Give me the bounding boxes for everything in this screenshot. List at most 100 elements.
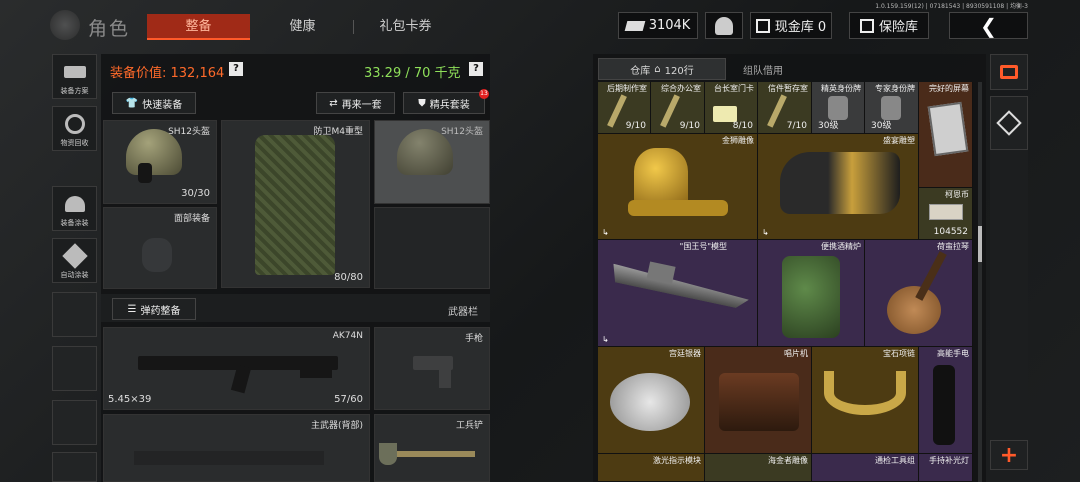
face-label: 面部装备 [173,214,210,224]
back-weapon-label: 主武器(背部) [310,421,363,431]
weight-help-icon[interactable]: ? [469,62,483,76]
inventory-item[interactable]: "国王号"模型 ↳ [598,240,758,347]
plus-icon: + [999,442,1019,468]
back-weapon-slot[interactable]: 主武器(背部) [103,414,370,482]
monitor-icon [927,101,969,157]
inventory-item[interactable]: 后期制作室 9/10 [598,82,651,134]
helmet-label: SH12头盔 [168,127,210,137]
helmet-slot[interactable]: SH12头盔 30/30 [103,120,217,204]
currency-display[interactable]: 3104K [618,12,698,39]
item-label: 便携酒精炉 [821,242,861,251]
value-help-icon[interactable]: ? [229,62,243,76]
quick-equip-label: 快速装备 [142,99,183,111]
character-logo-icon [50,10,80,40]
sidebar-paint[interactable]: 装备涂装 [52,186,97,231]
empty-gear-slot [374,207,490,289]
tab-team-borrow[interactable]: 组队借用 [743,62,783,77]
helmet2-slot[interactable]: SH12头盔 [374,120,490,204]
inventory-item[interactable]: 台长室门卡 8/10 [705,82,758,134]
tab-health[interactable]: 健康 [251,14,354,40]
quick-equip-button[interactable]: 👕 快速装备 [112,92,196,114]
sidebar-auto-paint[interactable]: 自动涂装 [52,238,97,283]
inventory-item[interactable]: 综合办公室 9/10 [651,82,705,134]
primary-weapon-slot[interactable]: AK74N 5.45×39 57/60 [103,327,370,410]
tab-gift-cards[interactable]: 礼包卡券 [354,14,457,40]
inventory-item[interactable]: 柯恩币 104552 [919,188,973,240]
primary-ammo: 57/60 [334,394,363,405]
headset-icon [138,163,152,183]
back-arrow-icon: ❮ [980,13,997,38]
item-count: 30级 [818,121,839,131]
sidebar-label: 自动涂装 [60,271,89,279]
item-label: 高能手电 [937,349,969,358]
banknote-icon [624,20,646,31]
shield-icon: ⛊ [418,97,426,109]
inventory-item[interactable]: 精英身份牌 30级 [812,82,865,134]
inventory-item[interactable]: 荷蛮拉琴 [865,240,973,347]
elite-set-button[interactable]: ⛊ 精兵套装 [403,92,485,114]
inventory-item[interactable]: 盛宴雕塑 ↳ [758,134,919,240]
ammo-equip-button[interactable]: ☰ 弹药整备 [112,298,196,320]
elite-set-label: 精兵套装 [429,99,470,111]
inventory-item[interactable]: 信件暂存室 7/10 [758,82,812,134]
inventory-item[interactable]: 激光指示模块 [598,454,705,482]
sculpture-icon [780,152,900,214]
item-label: 信件暂存室 [768,84,808,93]
item-label: 荷蛮拉琴 [937,242,969,251]
trader-button[interactable] [705,12,743,39]
right-side-spacer [990,150,1028,440]
tab-equip[interactable]: 整备 [147,14,250,40]
armor-durability: 80/80 [334,272,363,283]
safe-vault-button[interactable]: 保险库 [849,12,929,39]
tab-warehouse[interactable]: 仓库 ⌂ 120行 [598,58,726,80]
rifle-silhouette-icon [134,451,324,465]
armor-slot[interactable]: 防卫M4重型 80/80 [221,120,370,288]
silver-plate-icon [610,373,690,431]
inventory-item[interactable]: 宝石项链 [812,347,919,454]
sidebar-recycle[interactable]: 物资回收 [52,106,97,151]
refresh-icon: ⇄ [329,97,338,109]
storage-scrollbar-thumb[interactable] [978,226,982,262]
item-label: 唱片机 [784,349,808,358]
page-title: 角色 [88,18,131,40]
pistol-slot[interactable]: 手枪 [374,327,490,410]
inventory-item[interactable]: 唱片机 [705,347,812,454]
sidebar-label: 物资回收 [60,139,89,147]
add-storage-button[interactable]: + [990,440,1028,470]
shirt-icon: 👕 [125,97,139,109]
item-count: 9/10 [625,121,646,131]
sort-button[interactable] [990,54,1028,90]
inventory-item[interactable]: 通检工具组 [812,454,919,482]
inventory-item[interactable]: 手持补光灯 [919,454,973,482]
again-button[interactable]: ⇄ 再来一套 [316,92,395,114]
inventory-item[interactable]: 金狮雕像 ↳ [598,134,758,240]
warship-icon [610,264,751,311]
dogtag-icon [828,96,848,120]
item-count: 7/10 [786,121,807,131]
face-slot[interactable]: 面部装备 [103,207,217,289]
layers-deposit-icon [996,110,1022,136]
sidebar-equip-scheme[interactable]: 装备方案 [52,54,97,99]
currency-amount: 3104K [648,18,691,33]
deposit-button[interactable] [990,96,1028,150]
pistol-grip-icon [439,366,451,388]
melee-slot[interactable]: 工兵铲 [374,414,490,482]
inventory-item[interactable]: 专家身份牌 30级 [865,82,919,134]
pistol-label: 手枪 [464,334,483,344]
weight-display: 33.29 / 70 千克 [364,66,461,81]
inventory-item[interactable]: 完好的屏幕 [919,82,973,188]
cash-vault-button[interactable]: 现金库 0 [750,12,832,39]
back-button[interactable]: ❮ [949,12,1028,39]
layers-sort-icon [1000,65,1018,79]
inventory-item[interactable]: 高能手电 [919,347,973,454]
helmet-durability: 30/30 [181,188,210,199]
inventory-item[interactable]: 海金者雕像 [705,454,812,482]
warehouse-rows: 120行 [664,65,694,77]
inventory-item[interactable]: 宫廷银器 [598,347,705,454]
trader-icon [715,16,733,35]
inventory-item[interactable]: 便携酒精炉 [758,240,865,347]
item-label: 盛宴雕塑 [883,136,915,145]
elite-badge: 13 [479,89,489,99]
item-corner-icon: ↳ [602,228,609,237]
storage-scrollbar-track[interactable] [978,82,982,482]
